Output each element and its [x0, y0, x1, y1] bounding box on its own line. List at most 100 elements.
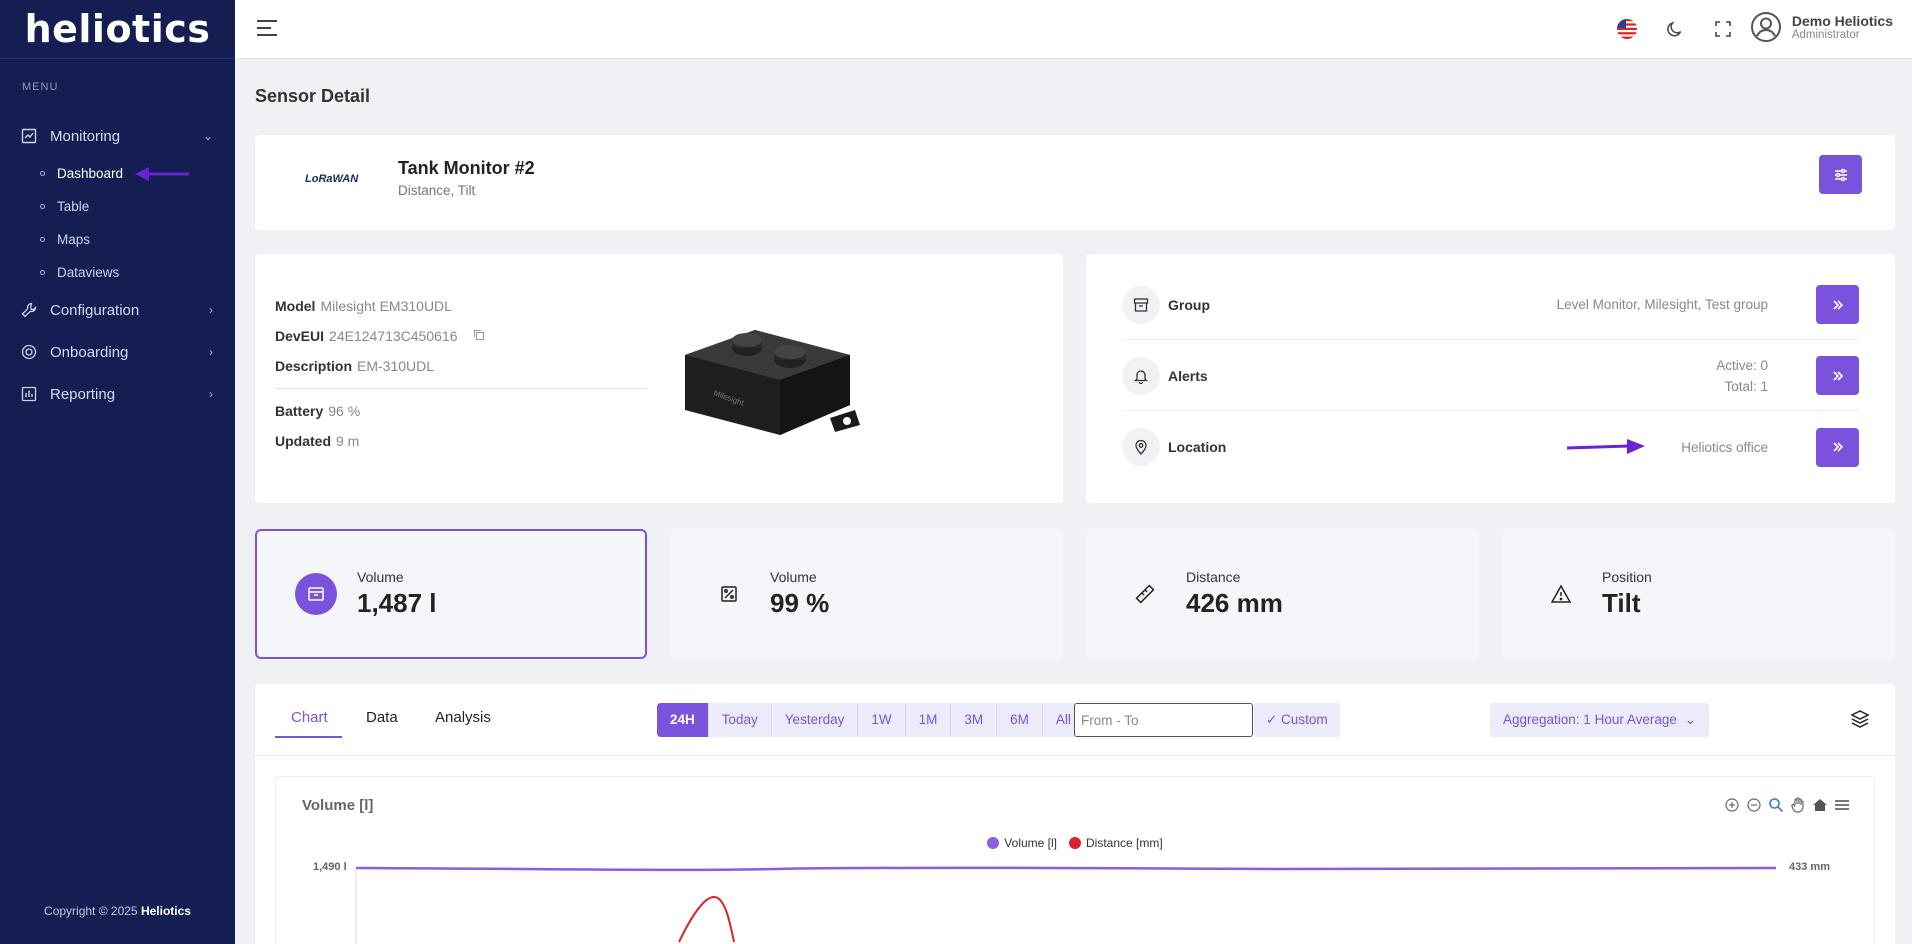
stat-card-position[interactable]: Position Tilt — [1502, 529, 1895, 659]
group-label: Group — [1168, 296, 1210, 313]
arrow-right-annotation-icon — [1567, 439, 1646, 454]
range-24h[interactable]: 24H — [657, 703, 709, 737]
group-value: Level Monitor, Milesight, Test group — [1556, 297, 1768, 312]
chevron-down-icon: ⌄ — [202, 129, 213, 143]
layers-icon[interactable] — [1850, 709, 1870, 734]
range-1w[interactable]: 1W — [858, 703, 906, 737]
sidebar-subitem-maps[interactable]: Maps — [0, 223, 235, 256]
stat-label: Volume — [357, 569, 404, 585]
detail-label: Description — [275, 358, 353, 374]
detail-label: Updated — [275, 433, 331, 449]
sidebar-subitem-label: Maps — [57, 232, 91, 247]
sensor-meta-card: Group Level Monitor, Milesight, Test gro… — [1086, 254, 1895, 503]
stat-label: Position — [1602, 569, 1652, 585]
detail-deveui: DevEUI 24E124713C450616 — [275, 328, 647, 344]
detail-model: Model Milesight EM310UDL — [275, 298, 647, 314]
user-avatar-icon — [1750, 12, 1781, 42]
moon-icon[interactable] — [1664, 18, 1686, 40]
lorawan-logo: LoRaWAN — [305, 173, 358, 185]
detail-label: DevEUI — [275, 328, 325, 344]
sidebar-item-onboarding[interactable]: Onboarding › — [0, 331, 235, 373]
wrench-icon — [20, 301, 38, 319]
page-title: Sensor Detail — [255, 86, 371, 106]
sidebar-subitem-label: Dashboard — [57, 166, 124, 181]
detail-value: 96 % — [328, 403, 361, 419]
user-menu[interactable]: Demo Heliotics Administrator — [1750, 11, 1893, 43]
chevron-double-right-icon — [1832, 442, 1843, 452]
stat-card-volume-l[interactable]: Volume 1,487 l — [255, 529, 647, 659]
alerts-active: Active: 0 — [1716, 357, 1768, 373]
brand-logo[interactable]: heliotics — [0, 0, 235, 59]
range-selector: 24H Today Yesterday 1W 1M 3M 6M All — [657, 703, 1084, 737]
sidebar-subitem-label: Dataviews — [57, 265, 120, 280]
archive-icon — [1122, 285, 1160, 324]
percent-icon — [708, 573, 750, 615]
tab-chart[interactable]: Chart — [291, 709, 328, 726]
us-flag-icon[interactable] — [1616, 18, 1638, 40]
box-icon — [295, 573, 337, 615]
aggregation-label: Aggregation: 1 Hour Average — [1503, 712, 1677, 727]
details-divider — [275, 388, 647, 389]
stat-card-distance[interactable]: Distance 426 mm — [1086, 529, 1479, 659]
arrow-left-annotation-icon — [135, 166, 190, 181]
bullet-icon — [40, 204, 45, 209]
alerts-row: Alerts Active: 0 Total: 1 — [1122, 341, 1859, 411]
chevron-right-icon: › — [209, 345, 213, 359]
sidebar-item-label: Onboarding — [50, 343, 129, 361]
chevron-double-right-icon — [1832, 370, 1843, 381]
alerts-open-button[interactable] — [1816, 356, 1859, 395]
bell-icon — [1122, 356, 1160, 395]
sidebar-item-monitoring[interactable]: Monitoring ⌄ — [0, 115, 235, 157]
bullet-icon — [40, 171, 45, 176]
group-open-button[interactable] — [1816, 285, 1859, 324]
reporting-icon — [20, 385, 38, 403]
ruler-icon — [1124, 573, 1166, 615]
custom-range-button[interactable]: ✓ Custom — [1254, 703, 1340, 737]
range-3m[interactable]: 3M — [951, 703, 998, 737]
range-yesterday[interactable]: Yesterday — [772, 703, 859, 737]
detail-value: Milesight EM310UDL — [320, 298, 452, 314]
location-open-button[interactable] — [1816, 427, 1859, 467]
alerts-total: Total: 1 — [1724, 378, 1768, 394]
tab-analysis[interactable]: Analysis — [435, 709, 491, 726]
menu-title: MENU — [22, 81, 59, 93]
tab-data[interactable]: Data — [366, 709, 398, 726]
sensor-name: Tank Monitor #2 — [398, 158, 535, 178]
bullet-icon — [40, 237, 45, 242]
detail-value: 9 m — [336, 433, 360, 449]
stat-value: 426 mm — [1186, 588, 1283, 618]
sidebar-item-reporting[interactable]: Reporting › — [0, 373, 235, 415]
detail-battery: Battery 96 % — [275, 403, 647, 419]
sidebar-subitem-dashboard[interactable]: Dashboard — [0, 157, 235, 190]
tab-underline — [275, 736, 342, 738]
location-row: Location Heliotics office — [1122, 412, 1859, 482]
sidebar-subitem-dataviews[interactable]: Dataviews — [0, 256, 235, 289]
device-details-card: Model Milesight EM310UDL DevEUI 24E124713C… — [255, 254, 1063, 503]
chart-plot — [355, 866, 1777, 944]
stat-card-volume-percent[interactable]: Volume 99 % — [670, 529, 1063, 659]
monitoring-icon — [20, 127, 38, 145]
warning-icon — [1540, 573, 1582, 615]
tabs-divider — [255, 755, 1895, 756]
range-6m[interactable]: 6M — [997, 703, 1043, 737]
range-1m[interactable]: 1M — [906, 703, 952, 737]
alerts-label: Alerts — [1168, 367, 1208, 384]
brand-logo-text: heliotics — [24, 7, 211, 51]
user-role: Administrator — [1791, 29, 1860, 41]
map-pin-icon — [1122, 428, 1160, 466]
date-range-input[interactable] — [1074, 703, 1253, 737]
chevron-down-icon: ⌄ — [1684, 712, 1696, 727]
hamburger-menu-icon[interactable] — [257, 20, 277, 38]
group-row: Group Level Monitor, Milesight, Test gro… — [1122, 270, 1859, 340]
fullscreen-icon[interactable] — [1712, 18, 1734, 40]
aggregation-dropdown[interactable]: Aggregation: 1 Hour Average ⌄ — [1490, 703, 1709, 737]
sidebar-item-configuration[interactable]: Configuration › — [0, 289, 235, 331]
sidebar-subitem-table[interactable]: Table — [0, 190, 235, 223]
device-image: Milesight — [675, 300, 875, 455]
series-line-volume — [355, 866, 1777, 872]
range-today[interactable]: Today — [709, 703, 772, 737]
sidebar-item-label: Reporting — [50, 385, 116, 403]
chevron-double-right-icon — [1832, 299, 1843, 310]
settings-button[interactable] — [1819, 155, 1862, 194]
copy-icon[interactable] — [473, 329, 485, 341]
